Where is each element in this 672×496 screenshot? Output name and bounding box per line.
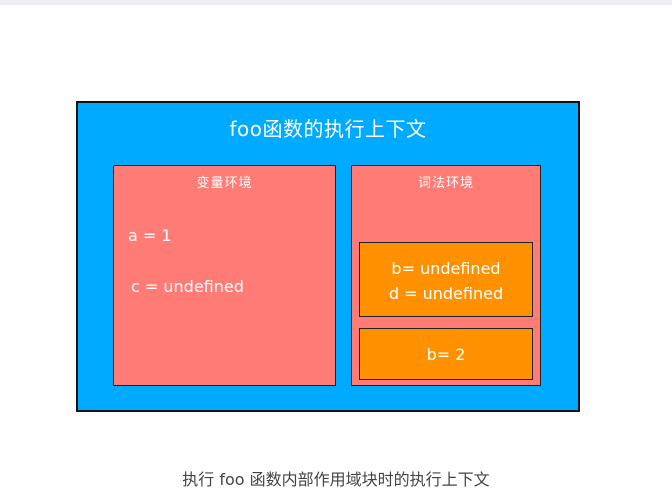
- figure-caption: 执行 foo 函数内部作用域块时的执行上下文: [182, 470, 490, 489]
- execution-context-box: foo函数的执行上下文 变量环境 a = 1 c = undefined 词法环…: [76, 101, 580, 412]
- block-scope-inner: b= 2: [359, 328, 533, 380]
- lexical-environment-box: 词法环境 b= undefined d = undefined b= 2: [351, 165, 541, 386]
- block-entry-d-undefined: d = undefined: [388, 284, 504, 303]
- variable-entry-a: a = 1: [128, 226, 172, 245]
- block-scope-outer: b= undefined d = undefined: [359, 242, 533, 317]
- variable-environment-box: 变量环境 a = 1 c = undefined: [113, 165, 336, 386]
- top-divider-strip: [0, 0, 672, 5]
- block-entry-b-2: b= 2: [426, 345, 466, 364]
- lexical-environment-title: 词法环境: [417, 176, 474, 191]
- block-entry-b-undefined: b= undefined: [391, 259, 501, 278]
- variable-entry-c: c = undefined: [131, 277, 244, 296]
- variable-environment-title: 变量环境: [196, 176, 253, 191]
- execution-context-title: foo函数的执行上下文: [229, 117, 427, 141]
